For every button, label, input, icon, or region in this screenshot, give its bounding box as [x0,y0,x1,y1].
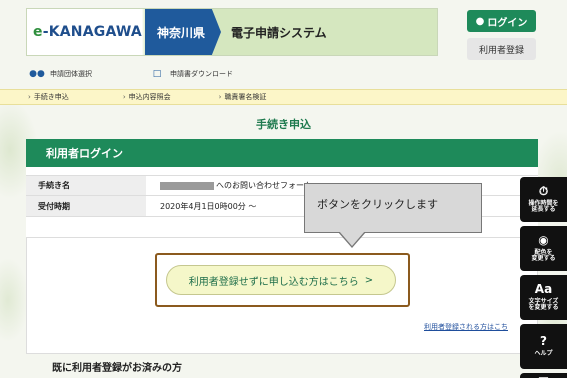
subnav-group-select[interactable]: ●● 申請団体選択 [29,69,92,79]
side-toolbar: ⏱ 操作時間を 延長する ◉ 配色を 変更する Aa 文字サイズ を変更する ?… [520,177,567,378]
step-inquiry[interactable]: › 申込内容照会 [123,92,171,102]
help-icon: ? [540,334,547,349]
page-title: 手続き申込 [256,118,311,131]
text-size-button[interactable]: Aa 文字サイズ を変更する [520,275,567,320]
extend-time-button[interactable]: ⏱ 操作時間を 延長する [520,177,567,222]
sub-navigation: ●● 申請団体選択 □ 申請書ダウンロード [29,69,233,79]
info-label: 受付時期 [26,196,146,216]
user-icon: ● [475,15,485,27]
step-apply[interactable]: › 手続き申込 [28,92,69,102]
download-icon: □ [152,69,162,79]
header-banner: e-KANAGAWA 神奈川県 電子申請システム [26,8,438,56]
register-link[interactable]: 利用者登録される方はこち [424,322,508,332]
info-value: へのお問い合わせフォーム [146,180,312,191]
register-button[interactable]: 利用者登録 [467,38,536,60]
apply-without-registration-button[interactable]: 利用者登録せずに申し込む方はこちら > [166,265,396,295]
system-name: 電子申請システム [231,25,327,40]
prefecture-label: 神奈川県 [145,9,221,55]
palette-icon: ◉ [538,232,549,247]
redacted-block [160,181,214,190]
info-value: 2020年4月1日0時00分 〜 [160,201,257,211]
change-color-button[interactable]: ◉ 配色を 変更する [520,226,567,271]
subnav-download[interactable]: □ 申請書ダウンロード [150,69,233,79]
instruction-callout: ボタンをクリックします [304,183,482,233]
print-button[interactable]: ▦ [520,373,567,378]
site-logo[interactable]: e-KANAGAWA [27,24,145,40]
group-icon: ●● [29,69,45,79]
text-size-icon: Aa [534,281,553,296]
timer-icon: ⏱ [538,183,549,198]
login-button[interactable]: ● ログイン [467,10,536,32]
steps-bar: › 手続き申込 › 申込内容照会 › 職責署名検証 [0,89,567,105]
already-registered-heading: 既に利用者登録がお済みの方 [52,363,182,374]
help-button[interactable]: ? ヘルプ [520,324,567,369]
callout-tail-fill [339,231,365,246]
panel-heading: 利用者ログイン [26,139,538,167]
info-label: 手続き名 [26,176,146,195]
step-signature[interactable]: › 職責署名検証 [219,92,267,102]
chevron-right-icon: > [364,274,374,286]
